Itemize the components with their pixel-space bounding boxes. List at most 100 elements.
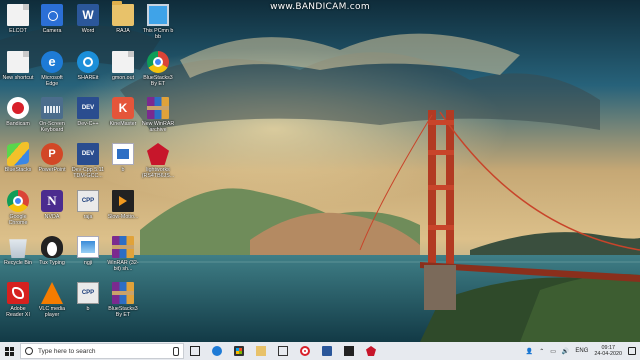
- taskbar-bandicam[interactable]: [294, 342, 316, 360]
- volume-icon[interactable]: 🔊: [562, 348, 569, 355]
- desktop-icon-label: Tux Typing: [39, 260, 65, 266]
- picture-icon: [77, 236, 99, 258]
- desktop-icon-powerpoint[interactable]: P PowerPoint: [34, 143, 70, 173]
- desktop-icon-b-cpp[interactable]: CPP b: [70, 282, 106, 312]
- image-file-icon: [112, 143, 134, 165]
- microphone-icon[interactable]: [173, 346, 179, 356]
- ruby-icon: [366, 346, 376, 356]
- desktop-icon-label: BlueStacks: [4, 167, 32, 173]
- desktop-icon-slow-motion[interactable]: Slow-Motio...: [105, 190, 141, 220]
- desktop-icon-dev-cpp[interactable]: DEV Dev-C++: [70, 97, 106, 127]
- desktop-icon-word[interactable]: W Word: [70, 4, 106, 34]
- desktop-icon-this-pc[interactable]: This PCmn b bb: [140, 4, 176, 40]
- taskbar-ruby[interactable]: [360, 342, 382, 360]
- cpp-file-icon: CPP: [77, 282, 99, 304]
- powerpoint-icon: P: [41, 143, 63, 165]
- clock[interactable]: 09:17 24-04-2020: [594, 345, 622, 358]
- vlc-icon: [41, 282, 63, 304]
- desktop-icon-label: VLC media player: [38, 306, 66, 318]
- desktop-icon-dev-cpp-tdm[interactable]: DEV Dev-Cpp 5.11 TDM-GCC...: [70, 143, 106, 179]
- desktop-icon-label: Slow-Motio...: [107, 214, 139, 220]
- desktop-icon-bandicam[interactable]: Bandicam: [0, 97, 36, 127]
- desktop-icon-label: BlueStacks3 By ET: [143, 75, 173, 87]
- desktop-icon-label: RAJA: [116, 28, 130, 34]
- taskbar-search-box[interactable]: Type here to search: [20, 343, 184, 359]
- word-icon: W: [77, 4, 99, 26]
- desktop-icon-vlc[interactable]: VLC media player: [34, 282, 70, 318]
- desktop-icon-label: b: [121, 167, 125, 173]
- taskbar-file-explorer[interactable]: [250, 342, 272, 360]
- desktop-icon-label: SHAREit: [77, 75, 99, 81]
- desktop-icon-new-winrar[interactable]: New WinRAR archive: [140, 97, 176, 133]
- search-icon: [25, 347, 33, 355]
- desktop-icon-bluestacks[interactable]: BlueStacks: [0, 141, 36, 173]
- bandicam-icon: [7, 97, 29, 119]
- desktop-icon-label: PowerPoint: [38, 167, 66, 173]
- winrar-icon: [147, 97, 169, 119]
- devcpp-icon: DEV: [77, 143, 99, 165]
- desktop-icon-label: lightworks (RS4TB6JS...: [141, 167, 175, 179]
- desktop-icon-camera[interactable]: Camera: [34, 4, 70, 34]
- desktop-icon-nvda[interactable]: N NVDA: [34, 190, 70, 220]
- desktop-icon-gmon-out[interactable]: gmon.out: [105, 51, 141, 81]
- desktop-icon-microsoft-edge[interactable]: e Microsoft Edge: [34, 51, 70, 87]
- kinemaster-icon: K: [112, 97, 134, 119]
- desktop-icon-label: New shortcut: [2, 75, 34, 81]
- devcpp-icon: DEV: [77, 97, 99, 119]
- desktop-icon-adobe-reader[interactable]: Adobe Reader XI: [0, 282, 36, 318]
- desktop-icon-raja-cpp[interactable]: CPP raja: [70, 190, 106, 220]
- keyboard-icon: [41, 97, 63, 119]
- video-icon: [344, 346, 354, 356]
- desktop-icon-label: Dev-Cpp 5.11 TDM-GCC...: [71, 167, 105, 179]
- document-icon: [7, 4, 29, 26]
- word-icon: [322, 346, 332, 356]
- desktop-icon-shareit[interactable]: SHAREit: [70, 51, 106, 81]
- desktop-icon-label: On-Screen Keyboard: [39, 121, 65, 133]
- desktop-icon-label: Google Chrome: [8, 214, 28, 226]
- desktop-icon-bluestacks3-rar[interactable]: BlueStacks3 By ET: [105, 282, 141, 318]
- taskbar-task-view[interactable]: [184, 342, 206, 360]
- desktop-icon-label: WinRAR (32- bit) sh...: [107, 260, 139, 272]
- people-icon[interactable]: 👤: [526, 348, 533, 355]
- start-button[interactable]: [0, 342, 18, 360]
- notification-icon[interactable]: [628, 347, 636, 355]
- desktop-icon-label: ngji: [83, 260, 93, 266]
- taskbar-mail[interactable]: [272, 342, 294, 360]
- desktop-icon-lightworks[interactable]: lightworks (RS4TB6JS...: [140, 143, 176, 179]
- bandicam-icon: [300, 346, 310, 356]
- desktop-icon-tux-typing[interactable]: Tux Typing: [34, 236, 70, 266]
- desktop-icon-bluestacks3-chrome[interactable]: BlueStacks3 By ET: [140, 51, 176, 87]
- desktop-icon-on-screen-keyboard[interactable]: On-Screen Keyboard: [34, 97, 70, 133]
- chevron-up-icon[interactable]: ⌃: [539, 348, 544, 355]
- bluestacks-icon: [7, 141, 29, 167]
- desktop-icon-raja-folder[interactable]: RAJA: [105, 1, 141, 34]
- desktop-icon-recycle-bin[interactable]: Recycle Bin: [0, 236, 36, 266]
- desktop-icon-label: Bandicam: [6, 121, 30, 127]
- desktop-icon-b-image[interactable]: b: [105, 143, 141, 173]
- search-placeholder[interactable]: Type here to search: [38, 348, 173, 355]
- desktop-icon-kinemaster[interactable]: K KineMaster: [105, 97, 141, 127]
- chrome-icon: [7, 190, 29, 212]
- shareit-icon: [77, 51, 99, 73]
- network-icon[interactable]: ▭: [550, 348, 556, 355]
- desktop-icon-google-chrome[interactable]: Google Chrome: [0, 190, 36, 226]
- desktop-icon-label: b: [86, 306, 90, 312]
- language-indicator[interactable]: ENG: [575, 348, 588, 354]
- desktop-icon-label: This PCmn b bb: [142, 28, 174, 40]
- taskbar-edge[interactable]: [206, 342, 228, 360]
- desktop-icon-ngji[interactable]: ngji: [70, 236, 106, 266]
- desktop-icon-winrar-32[interactable]: WinRAR (32- bit) sh...: [105, 236, 141, 272]
- mail-icon: [278, 346, 288, 356]
- taskbar-video[interactable]: [338, 342, 360, 360]
- taskbar-word[interactable]: [316, 342, 338, 360]
- desktop-icon-new-shortcut[interactable]: New shortcut: [0, 51, 36, 81]
- adobe-reader-icon: [7, 282, 29, 304]
- folder-icon: [112, 1, 134, 26]
- edge-icon: e: [41, 51, 63, 73]
- bluestacks-chrome-icon: [147, 51, 169, 73]
- taskbar-store[interactable]: [228, 342, 250, 360]
- desktop-icon-elcot[interactable]: ELCOT: [0, 4, 36, 34]
- video-icon: [112, 190, 134, 212]
- desktop-icon-label: Microsoft Edge: [41, 75, 63, 87]
- windows-logo-icon: [4, 346, 14, 356]
